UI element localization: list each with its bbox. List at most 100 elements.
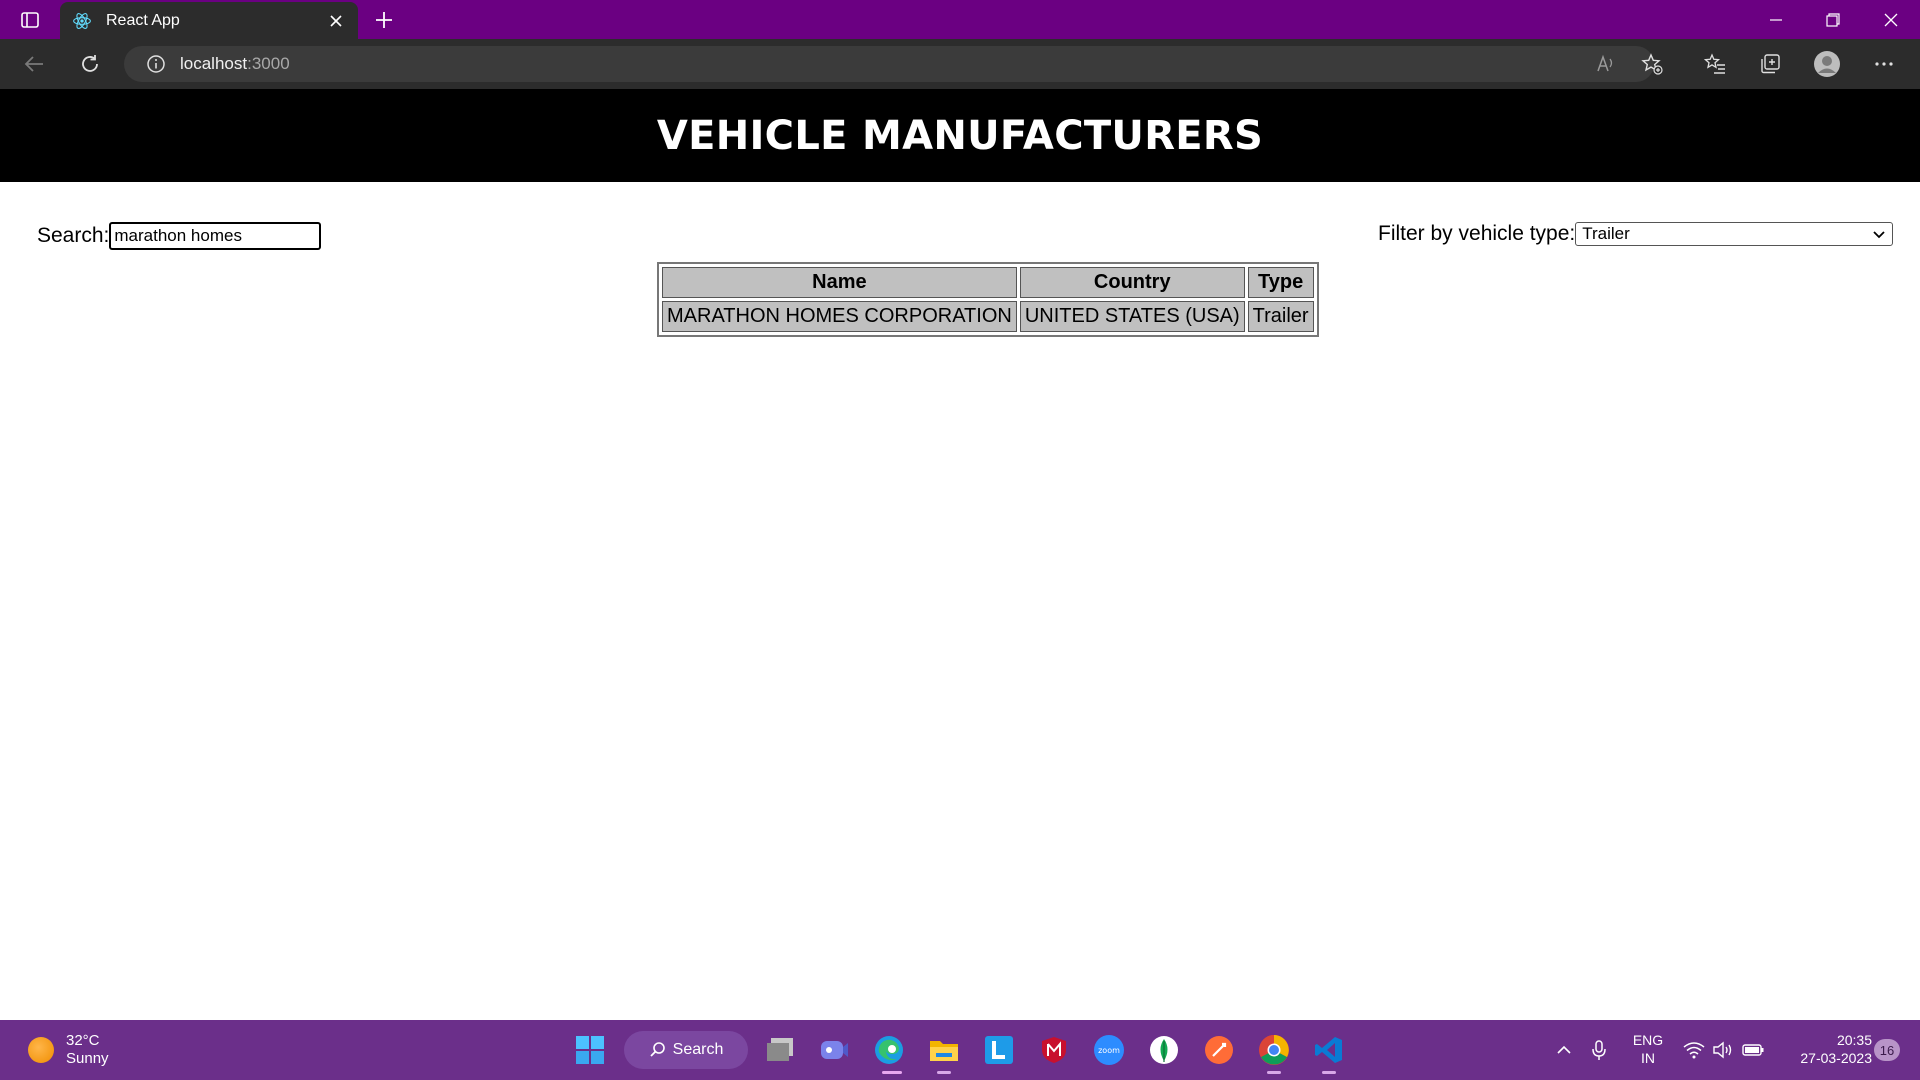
battery-icon (1742, 1044, 1764, 1056)
leaf-icon (1150, 1036, 1178, 1064)
chrome-button[interactable] (1256, 1032, 1292, 1068)
l-app-button[interactable] (981, 1032, 1017, 1068)
page-header: VEHICLE MANUFACTURERS (0, 89, 1920, 182)
back-arrow-icon (24, 56, 43, 72)
taskbar-search-label: Search (672, 1041, 724, 1058)
start-button[interactable] (572, 1032, 608, 1068)
teams-chat-button[interactable] (816, 1032, 852, 1068)
edge-taskbar-button[interactable] (871, 1032, 907, 1068)
language-code: ENG (1632, 1032, 1664, 1048)
windows-logo-icon (576, 1036, 604, 1064)
file-explorer-button[interactable] (926, 1032, 962, 1068)
search-group: Search: (37, 222, 322, 250)
weather-temp: 32°C (66, 1032, 100, 1049)
task-view-icon (767, 1038, 793, 1061)
weather-condition: Sunny (66, 1050, 109, 1067)
taskbar-search[interactable]: Search (624, 1031, 748, 1069)
back-button[interactable] (16, 46, 52, 82)
more-dots-icon (1875, 62, 1893, 66)
chrome-open-indicator (1267, 1071, 1281, 1074)
browser-toolbar: localhost:3000 (0, 39, 1920, 89)
svg-text:zoom: zoom (1098, 1046, 1120, 1055)
browser-tab-active[interactable]: React App (60, 2, 358, 39)
microphone-icon (1592, 1040, 1606, 1060)
restore-button[interactable] (1804, 0, 1862, 39)
collections-button[interactable] (1752, 46, 1788, 82)
chevron-up-icon (1557, 1045, 1571, 1054)
clock-time: 20:35 (1836, 1032, 1872, 1048)
star-add-icon (1641, 53, 1663, 75)
read-aloud-icon (1597, 54, 1613, 72)
folder-icon (930, 1041, 958, 1061)
column-header-country: Country (1019, 267, 1245, 298)
favorites-icon (1704, 53, 1725, 74)
cell-country: UNITED STATES (USA) (1019, 301, 1245, 332)
postman-button[interactable] (1201, 1032, 1237, 1068)
task-view-button[interactable] (762, 1032, 798, 1068)
shield-icon (1042, 1037, 1066, 1063)
volume-icon (1713, 1041, 1732, 1059)
close-icon (1884, 13, 1898, 26)
page-viewport: VEHICLE MANUFACTURERS Search: Filter by … (0, 89, 1920, 1020)
search-label: Search: (37, 224, 110, 247)
controls-row: Search: Filter by vehicle type: Trailer (0, 222, 1920, 252)
search-input[interactable] (109, 222, 322, 250)
profile-button[interactable] (1809, 46, 1845, 82)
url-port: :3000 (247, 54, 290, 73)
url-host: localhost (180, 54, 248, 73)
filter-group: Filter by vehicle type: Trailer (1378, 222, 1894, 246)
edge-icon (875, 1036, 903, 1064)
notification-badge[interactable]: 16 (1874, 1039, 1900, 1061)
add-favorite-button[interactable] (1634, 46, 1670, 82)
show-hidden-icons-button[interactable] (1546, 1032, 1582, 1068)
tab-title: React App (106, 11, 180, 29)
refresh-icon (82, 55, 98, 72)
favorites-button[interactable] (1697, 46, 1733, 82)
battery-button[interactable] (1735, 1032, 1771, 1068)
vscode-icon (1315, 1037, 1342, 1063)
table-row: MARATHON HOMES CORPORATION UNITED STATES… (662, 301, 1314, 332)
zoom-icon: zoom (1094, 1035, 1124, 1065)
tab-actions-button[interactable] (0, 0, 60, 39)
minimize-icon (1770, 18, 1782, 21)
chevron-down-icon (1873, 231, 1885, 239)
chat-icon (821, 1041, 848, 1059)
vscode-button[interactable] (1311, 1032, 1347, 1068)
microphone-button[interactable] (1581, 1032, 1617, 1068)
language-indicator[interactable]: ENG IN (1628, 1031, 1668, 1067)
tab-actions-icon (21, 11, 39, 28)
restore-icon (1826, 12, 1840, 27)
zoom-button[interactable]: zoom (1091, 1032, 1127, 1068)
close-window-button[interactable] (1862, 0, 1920, 39)
mcafee-button[interactable] (1036, 1032, 1072, 1068)
new-tab-button[interactable] (368, 4, 400, 36)
wifi-icon (1683, 1042, 1705, 1059)
refresh-button[interactable] (72, 46, 108, 82)
read-aloud-button[interactable] (1588, 46, 1624, 82)
minimize-button[interactable] (1747, 0, 1805, 39)
avatar-icon (1814, 51, 1840, 77)
language-region: IN (1641, 1050, 1655, 1066)
address-bar[interactable]: localhost:3000 (124, 46, 1654, 82)
edge-active-indicator (882, 1071, 902, 1074)
page-title: VEHICLE MANUFACTURERS (656, 112, 1264, 159)
sun-icon (28, 1037, 54, 1063)
browser-titlebar: React App (0, 0, 1920, 39)
more-menu-button[interactable] (1866, 46, 1902, 82)
search-icon (650, 1042, 665, 1057)
column-header-type: Type (1247, 267, 1314, 298)
vehicle-type-select[interactable]: Trailer (1575, 222, 1894, 246)
clock[interactable]: 20:35 27-03-2023 (1776, 1031, 1872, 1067)
tab-close-icon[interactable] (326, 11, 346, 31)
info-icon[interactable] (146, 54, 166, 74)
l-app-icon (985, 1036, 1013, 1064)
react-logo-icon (73, 12, 91, 29)
mongodb-compass-button[interactable] (1146, 1032, 1182, 1068)
postman-icon (1205, 1036, 1233, 1064)
filter-label: Filter by vehicle type: (1378, 222, 1576, 245)
vscode-open-indicator (1322, 1071, 1336, 1074)
collections-icon (1761, 54, 1780, 74)
plus-icon (376, 12, 392, 28)
weather-widget[interactable]: 32°C Sunny (28, 1032, 109, 1068)
cell-type: Trailer (1247, 301, 1314, 332)
